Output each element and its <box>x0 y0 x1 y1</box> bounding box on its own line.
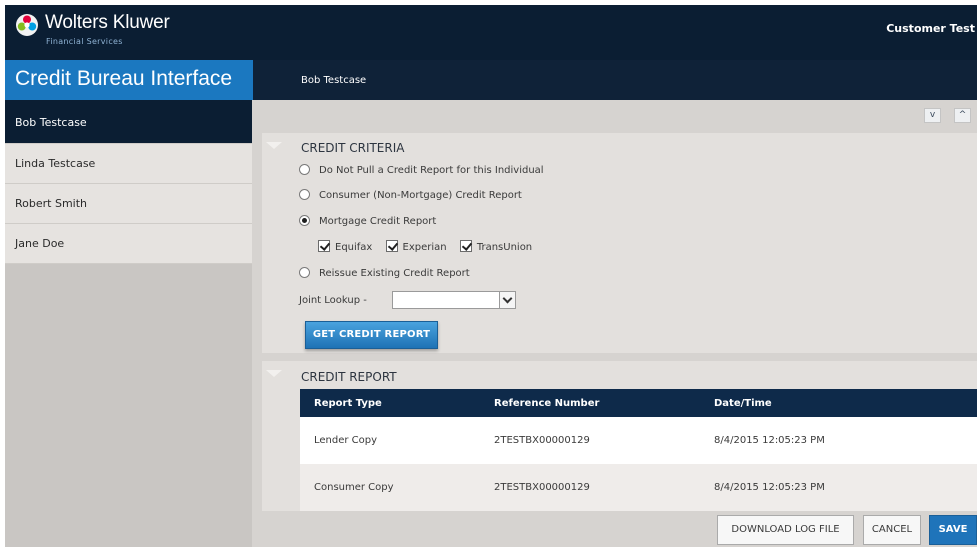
page-title: Credit Bureau Interface <box>5 60 253 100</box>
collapse-all-button[interactable]: v <box>924 108 941 123</box>
reference-number-cell: 2TESTBX00000129 <box>494 482 590 493</box>
main-panel: v ^ CREDIT CRITERIA Do Not Pull a Credit… <box>252 100 977 547</box>
sidebar-item-linda-testcase[interactable]: Linda Testcase <box>5 144 252 184</box>
brand-subtitle: Financial Services <box>46 37 123 46</box>
save-button[interactable]: SAVE <box>929 515 977 545</box>
chevron-down-icon[interactable] <box>266 142 282 149</box>
checkbox-transunion[interactable] <box>459 240 472 252</box>
get-credit-report-button[interactable]: GET CREDIT REPORT <box>305 321 438 349</box>
expand-all-button[interactable]: ^ <box>954 108 971 123</box>
date-time-cell: 8/4/2015 12:05:23 PM <box>714 435 825 446</box>
option-label: Reissue Existing Credit Report <box>319 268 470 279</box>
chevron-down-icon[interactable] <box>266 370 282 377</box>
date-time-cell: 8/4/2015 12:05:23 PM <box>714 482 825 493</box>
column-header-report-type[interactable]: Report Type <box>314 398 382 409</box>
checkbox-equifax[interactable] <box>318 240 330 252</box>
chevron-down-icon[interactable] <box>499 292 515 308</box>
radio-reissue-report[interactable] <box>299 267 310 278</box>
option-label: Consumer (Non-Mortgage) Credit Report <box>319 190 522 201</box>
credit-report-heading: CREDIT REPORT <box>301 370 397 384</box>
reference-number-cell: 2TESTBX00000129 <box>494 435 590 446</box>
option-label: Do Not Pull a Credit Report for this Ind… <box>319 165 544 176</box>
brand-name: Wolters Kluwer <box>45 12 170 33</box>
breadcrumb: Bob Testcase <box>301 75 367 86</box>
transunion-label: TransUnion <box>476 242 533 253</box>
option-label: Mortgage Credit Report <box>319 216 437 227</box>
joint-lookup-label: Joint Lookup - <box>299 295 367 306</box>
option-reissue-report[interactable]: Reissue Existing Credit Report <box>299 267 470 283</box>
joint-lookup-select[interactable] <box>392 291 516 309</box>
credit-report-table: Report Type Reference Number Date/Time L… <box>300 389 977 511</box>
report-type-cell: Lender Copy <box>314 435 378 446</box>
radio-consumer-report[interactable] <box>299 189 310 200</box>
radio-mortgage-report[interactable] <box>299 215 310 226</box>
wolters-kluwer-logo-icon <box>16 14 38 36</box>
option-consumer-report[interactable]: Consumer (Non-Mortgage) Credit Report <box>299 189 522 205</box>
experian-label: Experian <box>402 242 447 253</box>
cancel-button[interactable]: CANCEL <box>863 515 921 545</box>
equifax-label: Equifax <box>335 242 373 253</box>
user-name[interactable]: Customer Test <box>886 22 975 35</box>
table-row[interactable]: Lender Copy 2TESTBX00000129 8/4/2015 12:… <box>300 417 977 464</box>
sidebar-item-bob-testcase[interactable]: Bob Testcase <box>5 100 252 144</box>
top-header: Wolters Kluwer Financial Services Custom… <box>5 5 977 60</box>
sidebar: Bob Testcase Linda Testcase Robert Smith… <box>5 100 252 547</box>
column-header-date-time[interactable]: Date/Time <box>714 398 772 409</box>
table-row[interactable]: Consumer Copy 2TESTBX00000129 8/4/2015 1… <box>300 464 977 511</box>
sidebar-item-jane-doe[interactable]: Jane Doe <box>5 224 252 264</box>
credit-criteria-section: CREDIT CRITERIA Do Not Pull a Credit Rep… <box>262 133 977 353</box>
option-no-pull[interactable]: Do Not Pull a Credit Report for this Ind… <box>299 164 544 180</box>
bureau-checkboxes: Equifax Experian TransUnion <box>318 240 542 253</box>
checkbox-experian[interactable] <box>385 240 398 252</box>
app-bar: Credit Bureau Interface Bob Testcase <box>5 60 977 100</box>
credit-report-section: CREDIT REPORT Report Type Reference Numb… <box>262 361 977 511</box>
report-type-cell: Consumer Copy <box>314 482 394 493</box>
table-header: Report Type Reference Number Date/Time <box>300 389 977 417</box>
option-mortgage-report[interactable]: Mortgage Credit Report <box>299 215 436 231</box>
radio-no-pull[interactable] <box>299 164 310 175</box>
app-window: Wolters Kluwer Financial Services Custom… <box>0 0 977 547</box>
sidebar-item-robert-smith[interactable]: Robert Smith <box>5 184 252 224</box>
download-log-file-button[interactable]: DOWNLOAD LOG FILE <box>717 515 854 545</box>
column-header-reference-number[interactable]: Reference Number <box>494 398 599 409</box>
credit-criteria-heading: CREDIT CRITERIA <box>301 141 405 155</box>
